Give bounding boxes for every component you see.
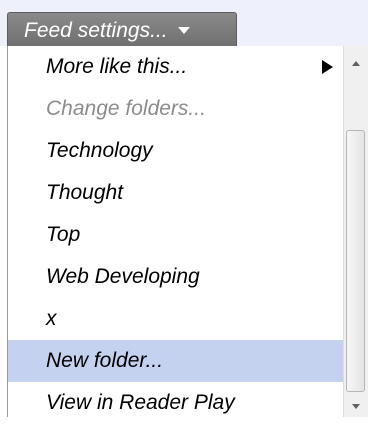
menu-item-label: More like this...: [46, 55, 188, 78]
menu-item-label: Change folders...: [46, 97, 206, 120]
scroll-down-button[interactable]: [344, 395, 368, 417]
menu-item-folder-top[interactable]: Top: [8, 214, 343, 256]
scroll-up-icon: [352, 60, 360, 66]
menu-item-folder-technology[interactable]: Technology: [8, 130, 343, 172]
menu-item-label: Web Developing: [46, 265, 200, 288]
feed-settings-button[interactable]: Feed settings...: [7, 12, 237, 48]
menu-item-folder-thought[interactable]: Thought: [8, 172, 343, 214]
feed-settings-label: Feed settings...: [24, 18, 168, 42]
scroll-up-button[interactable]: [344, 52, 368, 74]
menu-item-more-like-this[interactable]: More like this...: [8, 46, 343, 88]
menu-item-change-folders: Change folders...: [8, 88, 343, 130]
chevron-down-icon: [177, 27, 190, 34]
menu-item-view-in-reader-play[interactable]: View in Reader Play: [8, 382, 343, 424]
feed-settings-menu: More like this... Change folders... Tech…: [7, 46, 343, 417]
submenu-arrow-icon: [322, 60, 333, 74]
menu-item-label: x: [46, 307, 57, 330]
menu-item-label: Technology: [46, 139, 153, 162]
scroll-down-icon: [352, 403, 360, 409]
scrollbar-thumb[interactable]: [346, 130, 365, 392]
menu-item-new-folder[interactable]: New folder...: [8, 340, 343, 382]
menu-item-folder-x[interactable]: x: [8, 298, 343, 340]
menu-item-label: Thought: [46, 181, 124, 204]
menu-item-label: View in Reader Play: [46, 391, 235, 414]
menu-item-folder-web-developing[interactable]: Web Developing: [8, 256, 343, 298]
menu-item-label: New folder...: [46, 349, 164, 372]
menu-scrollbar[interactable]: [343, 46, 368, 417]
menu-item-label: Top: [46, 223, 81, 246]
